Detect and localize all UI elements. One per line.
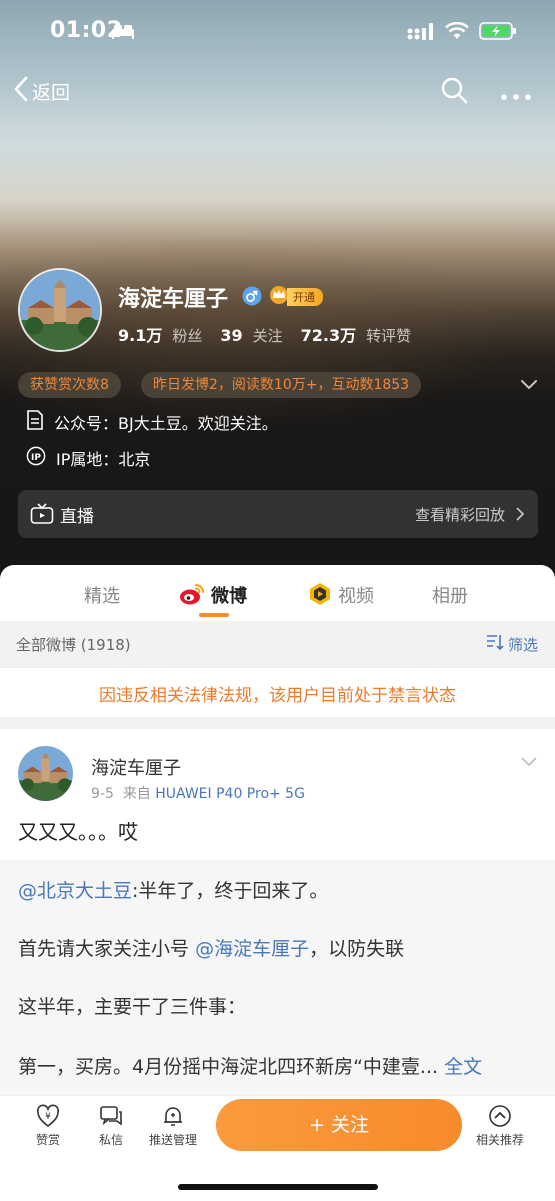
- vip-badge[interactable]: 开通: [268, 285, 323, 309]
- gender-male-icon: [242, 286, 262, 310]
- chat-icon: [99, 1106, 123, 1131]
- mention-link[interactable]: @北京大土豆: [18, 880, 132, 902]
- ip-icon: IP: [26, 446, 46, 470]
- post-avatar-image: [18, 746, 73, 801]
- chevron-down-icon: [520, 376, 538, 395]
- post-count-label: 全部微博 (1918): [16, 636, 131, 654]
- follow-button[interactable]: + 关注: [216, 1099, 462, 1151]
- repost-line-3: 这半年，主要干了三件事：: [18, 996, 247, 1018]
- likes-label: 转评赞: [366, 327, 412, 345]
- section-divider: [0, 717, 555, 729]
- document-icon: [26, 410, 44, 434]
- filter-label: 筛选: [508, 635, 539, 654]
- followers-label: 粉丝: [172, 327, 203, 345]
- status-icons: [112, 21, 517, 45]
- battery-icon: [479, 21, 517, 45]
- back-button[interactable]: 返回: [14, 76, 70, 107]
- push-settings-label: 推送管理: [148, 1133, 197, 1147]
- tv-icon: [30, 503, 54, 529]
- following-label: 关注: [252, 327, 283, 345]
- chevron-right-icon: [516, 506, 525, 525]
- followers-count[interactable]: 9.1万: [118, 322, 162, 346]
- avatar[interactable]: [18, 268, 102, 352]
- repost-line-1-text: :半年了，终于回来了。: [132, 880, 329, 902]
- mention-link[interactable]: @海淀车厘子: [195, 938, 309, 960]
- wifi-icon: [445, 21, 469, 44]
- post-date: 9-5: [91, 786, 114, 802]
- bell-icon: [161, 1107, 185, 1131]
- home-indicator: [178, 1184, 378, 1190]
- tab-album[interactable]: 相册: [432, 582, 468, 608]
- official-account-text: 公众号：BJ大土豆。欢迎关注。: [54, 414, 278, 433]
- reward-icon: ¥: [36, 1104, 60, 1131]
- vip-badge-label: 开通: [287, 288, 323, 306]
- repost-line-4: 第一，买房。4月份摇中海淀北四环新房“中建壹... 全文: [18, 1052, 482, 1079]
- more-button[interactable]: [500, 86, 532, 105]
- replay-link[interactable]: 查看精彩回放: [415, 504, 505, 525]
- full-text-link[interactable]: 全文: [444, 1056, 482, 1078]
- signal-icon: [407, 22, 435, 44]
- following-count[interactable]: 39: [220, 326, 242, 345]
- search-icon: [440, 77, 468, 108]
- video-icon: [308, 582, 332, 610]
- profile-name: 海淀车厘子: [118, 287, 229, 312]
- likes-count[interactable]: 72.3万: [301, 322, 356, 346]
- chevron-up-circle-icon: [488, 1105, 512, 1131]
- message-label: 私信: [98, 1133, 123, 1147]
- svg-text:IP: IP: [31, 453, 41, 463]
- profile-stats: 9.1万 粉丝 39 关注 72.3万 转评赞: [118, 322, 419, 346]
- live-label: 直播: [60, 507, 94, 527]
- filter-button[interactable]: 筛选: [486, 633, 538, 655]
- post-menu-button[interactable]: [520, 753, 538, 772]
- avatar-image: [20, 270, 100, 350]
- tab-active-indicator: [199, 613, 229, 617]
- ban-notice-text: 因违反相关法律法规，该用户目前处于禁言状态: [99, 686, 456, 706]
- ip-location-row: IP IP属地：北京: [26, 446, 150, 470]
- push-settings-button[interactable]: 推送管理: [133, 1104, 213, 1148]
- yesterday-stats-chip[interactable]: 昨日发博2，阅读数10万+，互动数1853: [141, 372, 422, 398]
- more-icon: [500, 86, 532, 105]
- live-card[interactable]: 直播 查看精彩回放: [18, 490, 538, 538]
- post-source-prefix: 来自: [122, 786, 151, 802]
- filter-icon: [486, 633, 504, 655]
- post-meta: 9-5 来自 HUAWEI P40 Pro+ 5G: [91, 783, 305, 803]
- bed-icon: [111, 23, 135, 43]
- repost-line-2: 首先请大家关注小号 @海淀车厘子，以防失联: [18, 934, 404, 961]
- post-source[interactable]: HUAWEI P40 Pro+ 5G: [155, 786, 305, 802]
- svg-text:¥: ¥: [45, 1112, 51, 1122]
- chevron-down-icon: [520, 753, 538, 772]
- back-label: 返回: [32, 82, 71, 104]
- post-text: 又又又。。。哎: [18, 820, 138, 844]
- post-author[interactable]: 海淀车厘子: [91, 754, 181, 780]
- ip-location-text: IP属地：北京: [56, 450, 151, 469]
- expand-button[interactable]: [520, 376, 538, 395]
- reward-label: 赞赏: [35, 1133, 60, 1147]
- search-button[interactable]: [440, 76, 468, 108]
- repost-line-2-suffix: ，以防失联: [309, 938, 405, 960]
- tab-video[interactable]: 视频: [338, 582, 374, 608]
- official-account-row: 公众号：BJ大土豆。欢迎关注。: [26, 410, 278, 434]
- related-label: 相关推荐: [475, 1133, 524, 1147]
- repost-line-2-text: 首先请大家关注小号: [18, 938, 190, 960]
- tab-weibo[interactable]: 微博: [211, 582, 247, 608]
- awards-chip[interactable]: 获赞赏次数8: [18, 372, 121, 398]
- related-button[interactable]: 相关推荐: [460, 1104, 540, 1148]
- repost-line-1: @北京大土豆:半年了，终于回来了。: [18, 876, 328, 903]
- tab-featured[interactable]: 精选: [84, 582, 120, 608]
- weibo-icon: [179, 582, 205, 610]
- chevron-left-icon: [14, 76, 28, 107]
- repost-line-4-text: 第一，买房。4月份摇中海淀北四环新房“中建壹...: [18, 1056, 439, 1078]
- post-avatar[interactable]: [18, 746, 73, 801]
